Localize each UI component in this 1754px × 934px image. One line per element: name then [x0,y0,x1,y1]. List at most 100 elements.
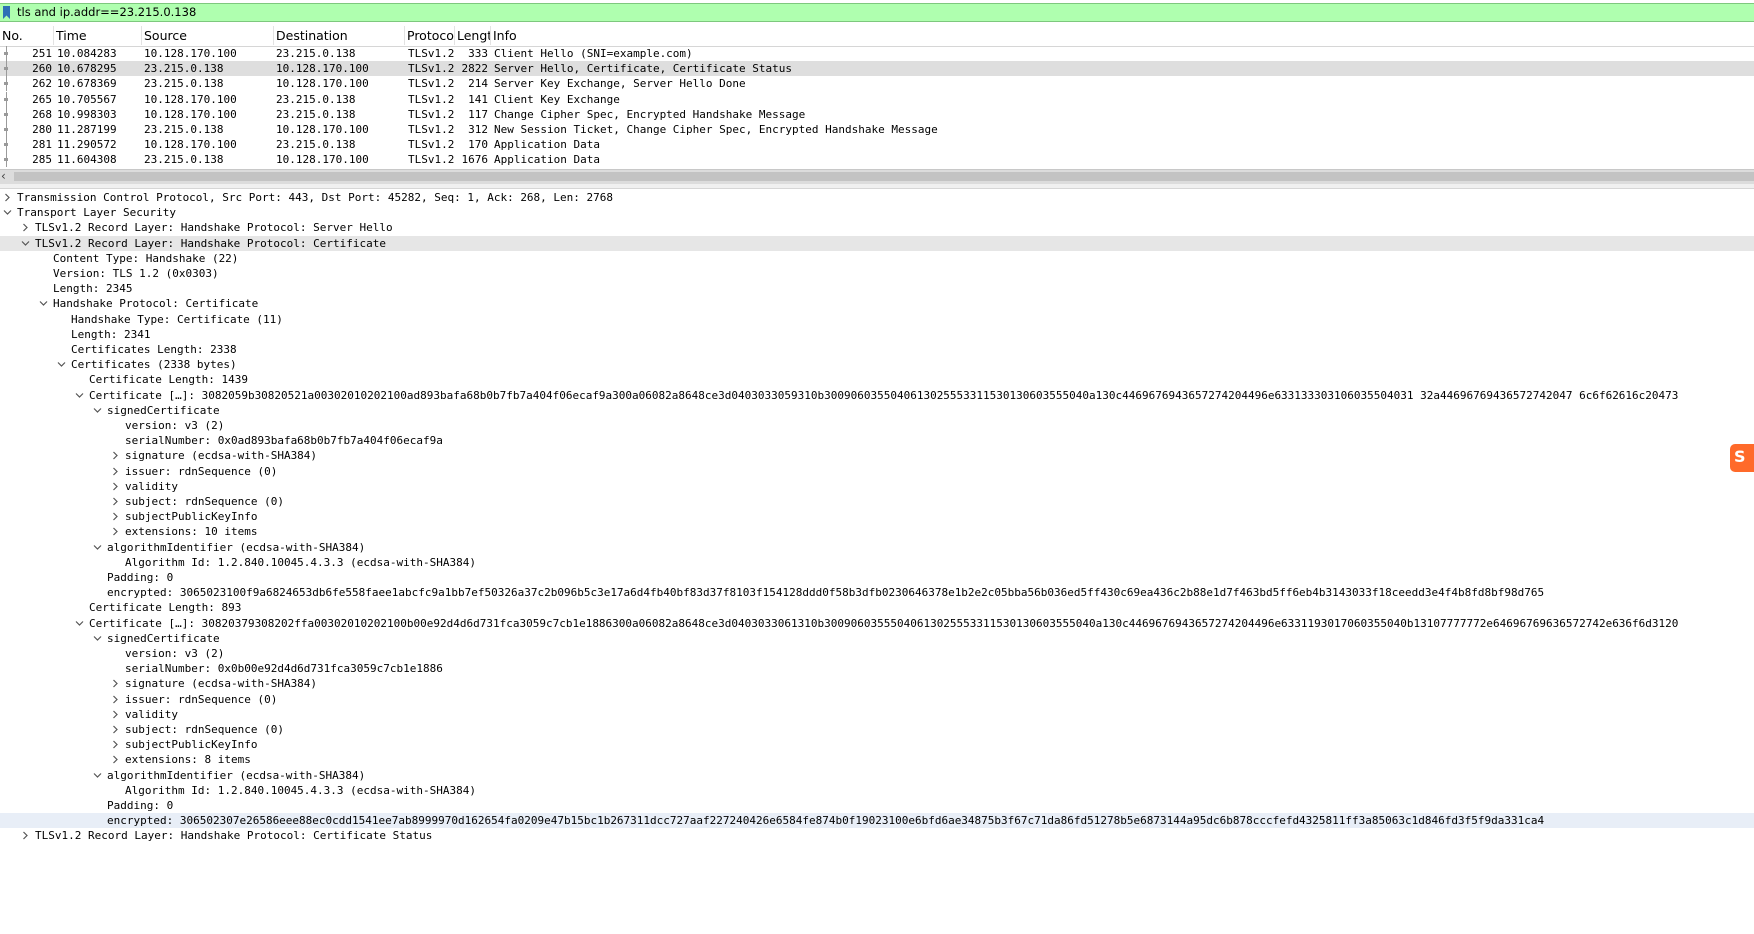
chevron-down-icon[interactable] [75,619,84,628]
tree-node[interactable]: version: v3 (2) [0,646,1754,661]
chevron-down-icon[interactable] [75,391,84,400]
tree-node[interactable]: validity [0,707,1754,722]
packet-destination: 10.128.170.100 [276,77,369,91]
tree-node[interactable]: TLSv1.2 Record Layer: Handshake Protocol… [0,828,1754,843]
tree-node[interactable]: issuer: rdnSequence (0) [0,692,1754,707]
chevron-down-icon[interactable] [3,208,12,217]
tree-node[interactable]: Algorithm Id: 1.2.840.10045.4.3.3 (ecdsa… [0,555,1754,570]
tree-node[interactable]: Transmission Control Protocol, Src Port:… [0,190,1754,205]
chevron-down-icon[interactable] [57,360,66,369]
tree-node[interactable]: Padding: 0 [0,570,1754,585]
chevron-down-icon[interactable] [39,299,48,308]
chevron-right-icon[interactable] [111,527,120,536]
packet-row[interactable]: 260 10.678295 23.215.0.138 10.128.170.100 TL… [0,61,1754,77]
tree-node[interactable]: signedCertificate [0,403,1754,418]
display-filter-input[interactable]: tls and ip.addr==23.215.0.138 [17,4,196,21]
tree-node[interactable]: extensions: 8 items [0,752,1754,767]
tree-node[interactable]: subject: rdnSequence (0) [0,494,1754,509]
tree-node[interactable]: Algorithm Id: 1.2.840.10045.4.3.3 (ecdsa… [0,783,1754,798]
display-filter-bar[interactable]: tls and ip.addr==23.215.0.138 [0,3,1754,22]
ime-badge-label: S [1734,447,1746,466]
tree-node[interactable]: Version: TLS 1.2 (0x0303) [0,266,1754,281]
chevron-right-icon[interactable] [21,831,30,840]
tree-node[interactable]: Length: 2341 [0,327,1754,342]
chevron-right-icon[interactable] [111,679,120,688]
chevron-down-icon[interactable] [93,406,102,415]
packet-details-tree[interactable]: Transmission Control Protocol, Src Port:… [0,189,1754,934]
packet-no: 251 [32,47,52,60]
tree-node[interactable]: algorithmIdentifier (ecdsa-with-SHA384) [0,540,1754,555]
column-header-no[interactable]: No. [0,26,54,45]
tree-node[interactable]: Certificate […]: 30820379308202ffa003020… [0,616,1754,631]
tree-node[interactable]: version: v3 (2) [0,418,1754,433]
tree-node[interactable]: Transport Layer Security [0,205,1754,220]
chevron-right-icon[interactable] [111,755,120,764]
tree-node[interactable]: algorithmIdentifier (ecdsa-with-SHA384) [0,768,1754,783]
chevron-right-icon[interactable] [111,451,120,460]
bookmark-icon[interactable] [2,6,11,19]
packet-row[interactable]: 280 11.287199 23.215.0.138 10.128.170.100 TL… [0,122,1754,137]
tree-node[interactable]: subjectPublicKeyInfo [0,509,1754,524]
column-header-protocol[interactable]: Protoco [405,26,455,45]
column-header-time[interactable]: Time ⌃ [54,26,142,45]
tree-node[interactable]: signature (ecdsa-with-SHA384) [0,448,1754,463]
chevron-right-icon[interactable] [111,695,120,704]
packet-row[interactable]: 265 10.705567 10.128.170.100 23.215.0.138 TL… [0,91,1754,107]
tree-node[interactable]: Certificate Length: 893 [0,600,1754,615]
tree-node[interactable]: TLSv1.2 Record Layer: Handshake Protocol… [0,235,1754,251]
chevron-right-icon[interactable] [111,512,120,521]
tree-node[interactable]: Certificate […]: 3082059b30820521a003020… [0,388,1754,403]
chevron-down-icon[interactable] [93,771,102,780]
packet-row[interactable]: 281 11.290572 10.128.170.100 23.215.0.138 TL… [0,137,1754,153]
tree-node[interactable]: subject: rdnSequence (0) [0,722,1754,737]
tree-node[interactable]: signedCertificate [0,631,1754,646]
tree-node[interactable]: Handshake Type: Certificate (11) [0,312,1754,327]
tree-node[interactable]: Certificates Length: 2338 [0,342,1754,357]
chevron-right-icon[interactable] [21,223,30,232]
packet-info: Server Key Exchange, Server Hello Done [494,77,746,91]
packet-info: New Session Ticket, Change Cipher Spec, … [494,123,938,136]
packet-list-horizontal-scrollbar[interactable]: ‹ [0,169,1754,184]
tree-node[interactable]: Content Type: Handshake (22) [0,251,1754,266]
chevron-right-icon[interactable] [111,725,120,734]
tree-node[interactable]: extensions: 10 items [0,524,1754,539]
chevron-right-icon[interactable] [111,467,120,476]
column-header-length[interactable]: Lengt [455,26,491,45]
column-header-info[interactable]: Info [491,26,1754,45]
tree-node[interactable]: TLSv1.2 Record Layer: Handshake Protocol… [0,220,1754,235]
ime-toolbar-icon[interactable]: S [1730,444,1754,472]
chevron-right-icon[interactable] [111,497,120,506]
tree-node[interactable]: validity [0,479,1754,494]
column-header-source[interactable]: Source [142,26,274,45]
packet-row[interactable]: 268 10.998303 10.128.170.100 23.215.0.138 TL… [0,106,1754,122]
scrollbar-thumb[interactable] [14,172,1754,181]
tree-node[interactable]: Certificates (2338 bytes) [0,357,1754,372]
tree-node[interactable]: serialNumber: 0x0b00e92d4d6d731fca3059c7… [0,661,1754,676]
tree-node[interactable]: Padding: 0 [0,798,1754,813]
tree-node[interactable]: serialNumber: 0x0ad893bafa68b0b7fb7a404f… [0,433,1754,448]
tree-node[interactable]: Handshake Protocol: Certificate [0,296,1754,311]
chevron-right-icon[interactable] [111,710,120,719]
chevron-right-icon[interactable] [3,193,12,202]
tree-node[interactable]: Length: 2345 [0,281,1754,296]
packet-time: 10.678295 [57,62,117,76]
packet-protocol: TLSv1.2 [408,138,455,152]
tree-node[interactable]: signature (ecdsa-with-SHA384) [0,676,1754,691]
tree-node[interactable]: Certificate Length: 1439 [0,372,1754,387]
chevron-down-icon[interactable] [93,634,102,643]
tree-node[interactable]: issuer: rdnSequence (0) [0,464,1754,479]
tree-node[interactable]: subjectPublicKeyInfo [0,737,1754,752]
column-header-destination[interactable]: Destination [274,26,405,45]
packet-row[interactable]: 251 10.084283 10.128.170.100 23.215.0.138 TL… [0,46,1754,61]
packet-list[interactable]: 251 10.084283 10.128.170.100 23.215.0.138 TL… [0,46,1754,170]
tree-node[interactable]: encrypted: 306502307e26586eee88ec0cdd154… [0,813,1754,829]
chevron-down-icon[interactable] [93,543,102,552]
chevron-right-icon[interactable] [111,740,120,749]
scroll-left-icon[interactable]: ‹ [1,169,6,183]
tree-node-label: subjectPublicKeyInfo [125,738,258,752]
tree-node[interactable]: encrypted: 3065023100f9a6824653db6fe558f… [0,585,1754,600]
chevron-right-icon[interactable] [111,482,120,491]
packet-row[interactable]: 262 10.678369 23.215.0.138 10.128.170.100 TL… [0,76,1754,92]
packet-row[interactable]: 285 11.604308 23.215.0.138 10.128.170.100 TL… [0,152,1754,168]
chevron-down-icon[interactable] [21,239,30,248]
